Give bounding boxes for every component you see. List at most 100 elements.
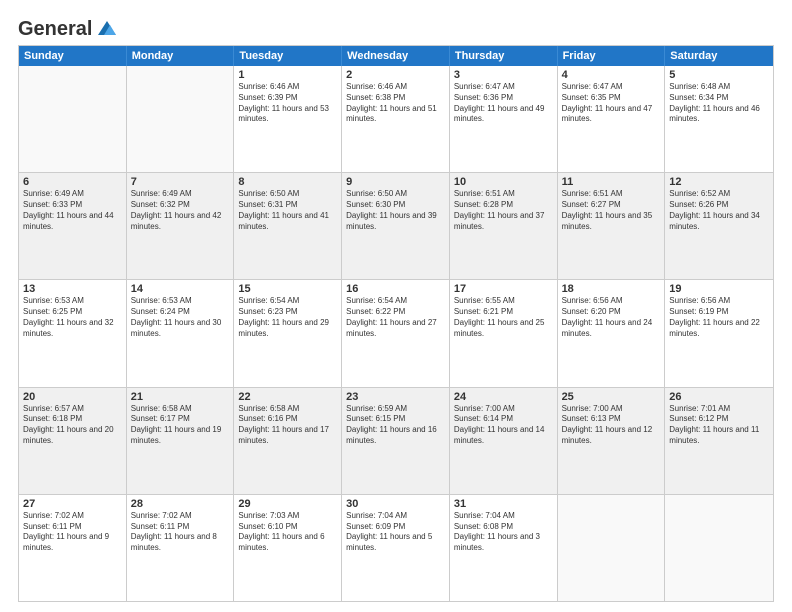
sunrise-text: Sunrise: 7:00 AM <box>562 404 661 415</box>
sunset-text: Sunset: 6:23 PM <box>238 307 337 318</box>
sunrise-text: Sunrise: 6:51 AM <box>454 189 553 200</box>
daylight-text: Daylight: 11 hours and 32 minutes. <box>23 318 122 340</box>
sunrise-text: Sunrise: 6:54 AM <box>238 296 337 307</box>
day-cell-3: 3Sunrise: 6:47 AMSunset: 6:36 PMDaylight… <box>450 66 558 172</box>
day-cell-1: 1Sunrise: 6:46 AMSunset: 6:39 PMDaylight… <box>234 66 342 172</box>
calendar-week-1: 1Sunrise: 6:46 AMSunset: 6:39 PMDaylight… <box>19 66 773 173</box>
logo: General <box>18 18 118 37</box>
logo-icon <box>96 19 118 37</box>
daylight-text: Daylight: 11 hours and 17 minutes. <box>238 425 337 447</box>
daylight-text: Daylight: 11 hours and 49 minutes. <box>454 104 553 126</box>
day-number: 29 <box>238 498 337 510</box>
sunset-text: Sunset: 6:26 PM <box>669 200 769 211</box>
sunset-text: Sunset: 6:28 PM <box>454 200 553 211</box>
daylight-text: Daylight: 11 hours and 9 minutes. <box>23 532 122 554</box>
day-number: 18 <box>562 283 661 295</box>
day-cell-11: 11Sunrise: 6:51 AMSunset: 6:27 PMDayligh… <box>558 173 666 279</box>
sunset-text: Sunset: 6:21 PM <box>454 307 553 318</box>
sunrise-text: Sunrise: 6:46 AM <box>238 82 337 93</box>
sunset-text: Sunset: 6:19 PM <box>669 307 769 318</box>
day-number: 25 <box>562 391 661 403</box>
sunrise-text: Sunrise: 6:48 AM <box>669 82 769 93</box>
daylight-text: Daylight: 11 hours and 46 minutes. <box>669 104 769 126</box>
daylight-text: Daylight: 11 hours and 11 minutes. <box>669 425 769 447</box>
sunset-text: Sunset: 6:18 PM <box>23 414 122 425</box>
daylight-text: Daylight: 11 hours and 22 minutes. <box>669 318 769 340</box>
day-number: 15 <box>238 283 337 295</box>
empty-cell <box>558 495 666 601</box>
day-number: 23 <box>346 391 445 403</box>
day-number: 11 <box>562 176 661 188</box>
day-header-saturday: Saturday <box>665 46 773 66</box>
daylight-text: Daylight: 11 hours and 6 minutes. <box>238 532 337 554</box>
daylight-text: Daylight: 11 hours and 24 minutes. <box>562 318 661 340</box>
day-number: 26 <box>669 391 769 403</box>
sunrise-text: Sunrise: 7:04 AM <box>346 511 445 522</box>
day-cell-12: 12Sunrise: 6:52 AMSunset: 6:26 PMDayligh… <box>665 173 773 279</box>
calendar-week-2: 6Sunrise: 6:49 AMSunset: 6:33 PMDaylight… <box>19 173 773 280</box>
page: General SundayMondayTuesdayWednesdayThur… <box>0 0 792 612</box>
sunrise-text: Sunrise: 7:01 AM <box>669 404 769 415</box>
day-cell-2: 2Sunrise: 6:46 AMSunset: 6:38 PMDaylight… <box>342 66 450 172</box>
empty-cell <box>19 66 127 172</box>
sunset-text: Sunset: 6:38 PM <box>346 93 445 104</box>
day-cell-16: 16Sunrise: 6:54 AMSunset: 6:22 PMDayligh… <box>342 280 450 386</box>
day-cell-7: 7Sunrise: 6:49 AMSunset: 6:32 PMDaylight… <box>127 173 235 279</box>
day-number: 12 <box>669 176 769 188</box>
day-cell-31: 31Sunrise: 7:04 AMSunset: 6:08 PMDayligh… <box>450 495 558 601</box>
day-cell-21: 21Sunrise: 6:58 AMSunset: 6:17 PMDayligh… <box>127 388 235 494</box>
day-cell-24: 24Sunrise: 7:00 AMSunset: 6:14 PMDayligh… <box>450 388 558 494</box>
day-cell-20: 20Sunrise: 6:57 AMSunset: 6:18 PMDayligh… <box>19 388 127 494</box>
sunrise-text: Sunrise: 6:50 AM <box>346 189 445 200</box>
day-number: 13 <box>23 283 122 295</box>
day-number: 5 <box>669 69 769 81</box>
day-cell-28: 28Sunrise: 7:02 AMSunset: 6:11 PMDayligh… <box>127 495 235 601</box>
day-number: 3 <box>454 69 553 81</box>
daylight-text: Daylight: 11 hours and 47 minutes. <box>562 104 661 126</box>
sunset-text: Sunset: 6:33 PM <box>23 200 122 211</box>
sunrise-text: Sunrise: 6:47 AM <box>562 82 661 93</box>
daylight-text: Daylight: 11 hours and 16 minutes. <box>346 425 445 447</box>
sunset-text: Sunset: 6:09 PM <box>346 522 445 533</box>
sunrise-text: Sunrise: 7:02 AM <box>131 511 230 522</box>
day-cell-8: 8Sunrise: 6:50 AMSunset: 6:31 PMDaylight… <box>234 173 342 279</box>
sunrise-text: Sunrise: 7:03 AM <box>238 511 337 522</box>
day-header-thursday: Thursday <box>450 46 558 66</box>
header: General <box>18 18 774 37</box>
sunrise-text: Sunrise: 6:46 AM <box>346 82 445 93</box>
day-header-sunday: Sunday <box>19 46 127 66</box>
sunrise-text: Sunrise: 6:56 AM <box>669 296 769 307</box>
day-number: 2 <box>346 69 445 81</box>
day-number: 27 <box>23 498 122 510</box>
daylight-text: Daylight: 11 hours and 20 minutes. <box>23 425 122 447</box>
day-cell-4: 4Sunrise: 6:47 AMSunset: 6:35 PMDaylight… <box>558 66 666 172</box>
day-cell-9: 9Sunrise: 6:50 AMSunset: 6:30 PMDaylight… <box>342 173 450 279</box>
day-cell-23: 23Sunrise: 6:59 AMSunset: 6:15 PMDayligh… <box>342 388 450 494</box>
day-number: 16 <box>346 283 445 295</box>
sunset-text: Sunset: 6:32 PM <box>131 200 230 211</box>
daylight-text: Daylight: 11 hours and 12 minutes. <box>562 425 661 447</box>
sunset-text: Sunset: 6:13 PM <box>562 414 661 425</box>
day-number: 19 <box>669 283 769 295</box>
sunset-text: Sunset: 6:34 PM <box>669 93 769 104</box>
calendar-body: 1Sunrise: 6:46 AMSunset: 6:39 PMDaylight… <box>19 66 773 601</box>
calendar: SundayMondayTuesdayWednesdayThursdayFrid… <box>18 45 774 602</box>
sunrise-text: Sunrise: 6:56 AM <box>562 296 661 307</box>
daylight-text: Daylight: 11 hours and 25 minutes. <box>454 318 553 340</box>
day-cell-22: 22Sunrise: 6:58 AMSunset: 6:16 PMDayligh… <box>234 388 342 494</box>
day-cell-25: 25Sunrise: 7:00 AMSunset: 6:13 PMDayligh… <box>558 388 666 494</box>
sunset-text: Sunset: 6:12 PM <box>669 414 769 425</box>
day-cell-15: 15Sunrise: 6:54 AMSunset: 6:23 PMDayligh… <box>234 280 342 386</box>
sunset-text: Sunset: 6:20 PM <box>562 307 661 318</box>
empty-cell <box>127 66 235 172</box>
day-cell-5: 5Sunrise: 6:48 AMSunset: 6:34 PMDaylight… <box>665 66 773 172</box>
daylight-text: Daylight: 11 hours and 5 minutes. <box>346 532 445 554</box>
daylight-text: Daylight: 11 hours and 8 minutes. <box>131 532 230 554</box>
day-number: 8 <box>238 176 337 188</box>
day-number: 10 <box>454 176 553 188</box>
daylight-text: Daylight: 11 hours and 35 minutes. <box>562 211 661 233</box>
sunset-text: Sunset: 6:36 PM <box>454 93 553 104</box>
day-cell-13: 13Sunrise: 6:53 AMSunset: 6:25 PMDayligh… <box>19 280 127 386</box>
day-cell-29: 29Sunrise: 7:03 AMSunset: 6:10 PMDayligh… <box>234 495 342 601</box>
sunrise-text: Sunrise: 6:53 AM <box>131 296 230 307</box>
